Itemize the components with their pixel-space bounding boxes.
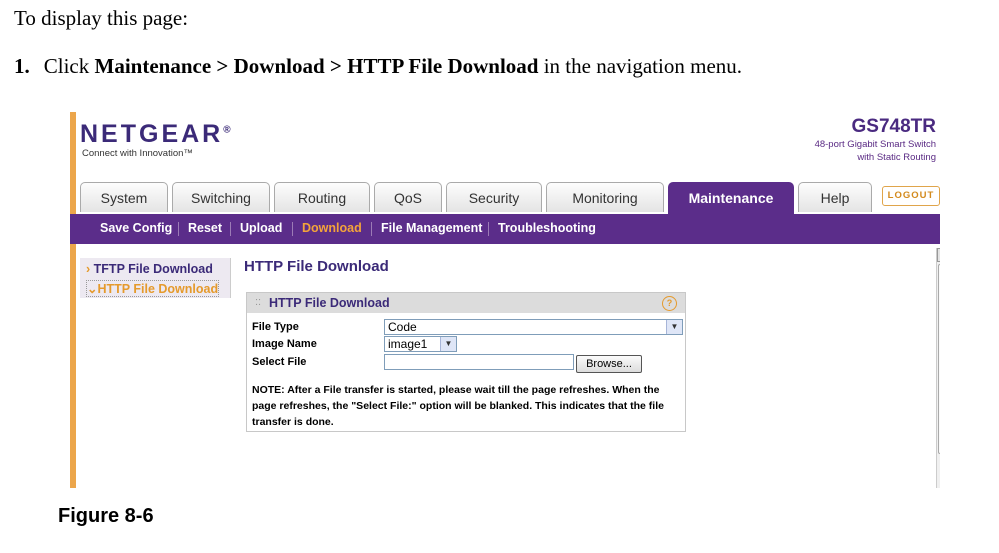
- help-icon[interactable]: ?: [662, 296, 677, 311]
- select-file-label: Select File: [252, 356, 307, 368]
- subnav-divider: [488, 222, 489, 236]
- subnav-reset[interactable]: Reset: [188, 221, 222, 235]
- tab-routing[interactable]: Routing: [274, 182, 370, 212]
- drag-handle-icon: ::: [255, 296, 262, 308]
- panel-header: :: HTTP File Download ?: [247, 293, 685, 313]
- step-number: 1.: [14, 54, 30, 78]
- subnav-upload[interactable]: Upload: [240, 221, 282, 235]
- select-file-input[interactable]: [384, 354, 574, 370]
- page-title: HTTP File Download: [244, 258, 389, 275]
- netgear-logo: NETGEAR®: [80, 120, 231, 148]
- browse-button[interactable]: Browse...: [576, 355, 642, 373]
- leftnav-http-file-download[interactable]: ⌄HTTP File Download: [86, 280, 220, 297]
- tab-system[interactable]: System: [80, 182, 168, 212]
- step-suffix: in the navigation menu.: [538, 54, 743, 78]
- model-info: GS748TR 48-port Gigabit Smart Switch wit…: [815, 116, 936, 164]
- chevron-down-icon[interactable]: ▼: [440, 337, 456, 351]
- step-path: Maintenance > Download > HTTP File Downl…: [94, 54, 539, 78]
- tab-monitoring[interactable]: Monitoring: [546, 182, 664, 212]
- chevron-right-icon: ›: [86, 262, 91, 276]
- panel-title: HTTP File Download: [269, 296, 390, 310]
- step-prefix: Click: [43, 54, 95, 78]
- instruction-step: 1. Click Maintenance > Download > HTTP Fi…: [14, 54, 742, 79]
- chevron-down-icon: ⌄: [87, 282, 98, 296]
- scroll-up-icon[interactable]: ▲: [937, 248, 940, 262]
- image-name-select[interactable]: image1 ▼: [384, 336, 457, 352]
- logout-button[interactable]: LOGOUT: [882, 186, 940, 206]
- doc-intro: To display this page:: [14, 6, 189, 30]
- chevron-down-icon[interactable]: ▼: [666, 320, 682, 334]
- subnav-download[interactable]: Download: [302, 221, 362, 235]
- file-type-select[interactable]: Code ▼: [384, 319, 683, 335]
- file-type-value: Code: [388, 320, 417, 334]
- tab-maintenance[interactable]: Maintenance: [668, 182, 794, 214]
- subnav-save-config[interactable]: Save Config: [100, 221, 172, 235]
- note-text: NOTE: After a File transfer is started, …: [252, 384, 664, 428]
- scroll-thumb[interactable]: [938, 264, 940, 454]
- model-desc-line1: 48-port Gigabit Smart Switch: [814, 139, 936, 150]
- subnav-file-management[interactable]: File Management: [381, 221, 482, 235]
- switch-ui-screenshot: NETGEAR® Connect with Innovation™ GS748T…: [70, 112, 940, 488]
- tab-security[interactable]: Security: [446, 182, 542, 212]
- model-name: GS748TR: [851, 116, 936, 137]
- main-tabs: System Switching Routing QoS Security Mo…: [80, 182, 940, 214]
- subnav-troubleshooting[interactable]: Troubleshooting: [498, 221, 596, 235]
- tab-qos[interactable]: QoS: [374, 182, 442, 212]
- image-name-label: Image Name: [252, 338, 317, 350]
- model-desc-line2: with Static Routing: [857, 152, 936, 163]
- image-name-value: image1: [388, 337, 428, 351]
- tagline: Connect with Innovation™: [82, 148, 193, 159]
- file-type-label: File Type: [252, 321, 299, 333]
- sub-navigation: Save Config Reset Upload Download File M…: [70, 214, 940, 244]
- scrollbar[interactable]: ▲: [936, 248, 940, 488]
- tab-switching[interactable]: Switching: [172, 182, 270, 212]
- subnav-divider: [178, 222, 179, 236]
- leftnav-tftp-file-download[interactable]: › TFTP File Download: [86, 262, 213, 276]
- tab-help[interactable]: Help: [798, 182, 872, 212]
- figure-caption: Figure 8-6: [58, 505, 154, 527]
- subnav-divider: [371, 222, 372, 236]
- subnav-divider: [230, 222, 231, 236]
- subnav-divider: [292, 222, 293, 236]
